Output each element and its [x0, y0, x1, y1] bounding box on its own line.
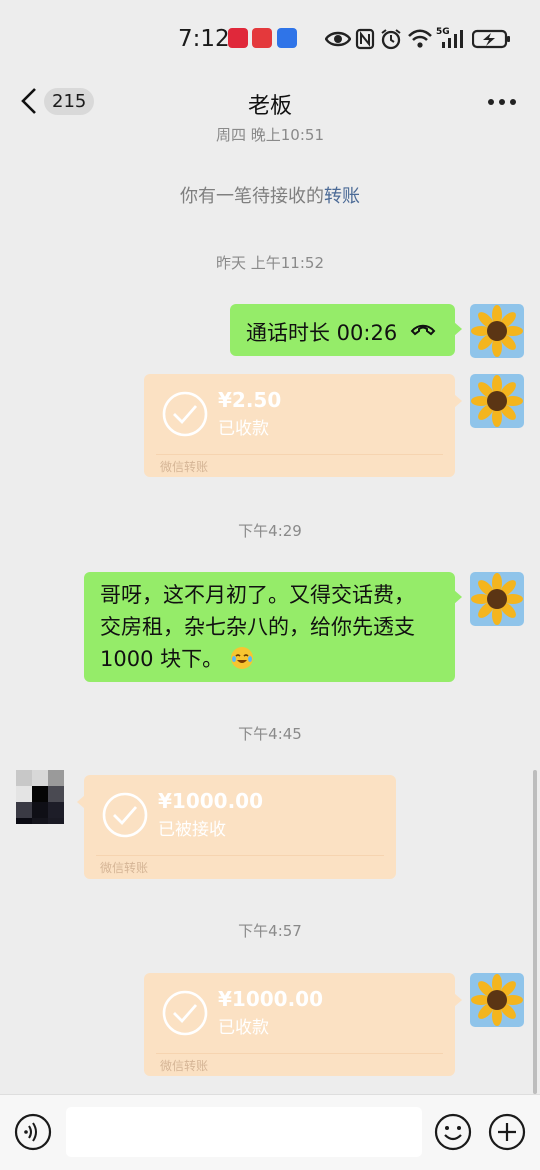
received-check-icon — [162, 990, 208, 1036]
timestamp: 周四 晚上10:51 — [216, 126, 324, 144]
transfer-card[interactable]: ¥1000.00 已收款 微信转账 — [144, 973, 462, 1076]
message-bubble[interactable]: 哥呀，这不月初了。又得交话费， 交房租，杂七杂八的，给你先透支 1000 块下。 — [84, 572, 462, 682]
received-check-icon — [162, 391, 208, 437]
transfer-amount: ¥2.50 — [218, 388, 282, 412]
transfer-card[interactable]: ¥1000.00 已被接收 微信转账 — [77, 775, 396, 879]
sunflower-avatar — [470, 304, 524, 358]
transfer-link[interactable]: 转账 — [324, 186, 360, 207]
message-line: 哥呀，这不月初了。又得交话费， — [100, 583, 415, 607]
chat-title: 老板 — [247, 94, 292, 119]
status-time: 7:12 — [178, 26, 230, 52]
divider — [156, 454, 443, 455]
transfer-status: 已被接收 — [158, 820, 226, 840]
scrollbar[interactable] — [533, 770, 537, 1094]
voice-input-icon[interactable] — [14, 1113, 52, 1151]
system-notice-text: 你有一笔待接收的 — [180, 186, 324, 207]
transfer-brand: 微信转账 — [160, 460, 209, 474]
nfc-icon — [355, 28, 375, 50]
sunflower-avatar — [470, 572, 524, 626]
message-list[interactable]: 周四 晚上10:51 你有一笔待接收的转账 昨天 上午11:52 通话时长 00… — [0, 126, 540, 1094]
divider — [96, 855, 384, 856]
transfer-brand: 微信转账 — [160, 1059, 209, 1073]
call-duration-text: 通话时长 00:26 — [246, 321, 398, 345]
status-bar: 7:12 5G — [0, 0, 540, 78]
face-with-tears-of-joy-icon — [230, 647, 253, 669]
eye-icon — [325, 31, 351, 47]
transfer-amount: ¥1000.00 — [218, 987, 324, 1011]
sunflower-avatar — [470, 973, 524, 1027]
plus-circle-icon[interactable] — [488, 1113, 526, 1151]
message-input[interactable] — [66, 1107, 422, 1157]
message-line-last: 1000 块下。 — [100, 643, 455, 675]
phone-hangup-icon — [410, 324, 436, 336]
received-check-icon — [102, 792, 148, 838]
transfer-amount: ¥1000.00 — [158, 789, 264, 813]
timestamp: 下午4:45 — [238, 725, 302, 743]
timestamp: 昨天 上午11:52 — [216, 254, 324, 272]
huawei-app-icon — [228, 28, 248, 48]
wifi-icon — [408, 29, 432, 48]
transfer-status: 已收款 — [218, 1018, 269, 1038]
map-app-icon — [277, 28, 297, 48]
message-line: 1000 块下。 — [100, 647, 224, 671]
5g-signal-icon — [442, 30, 463, 48]
sunflower-avatar — [470, 374, 524, 428]
pixelated-avatar — [16, 770, 64, 824]
timestamp: 下午4:57 — [238, 922, 302, 940]
transfer-brand: 微信转账 — [100, 861, 149, 875]
shopping-app-icon — [252, 28, 272, 48]
call-record-bubble[interactable]: 通话时长 00:26 — [230, 304, 462, 356]
chat-header: 215 老板 — [0, 78, 540, 126]
battery-charging-icon — [472, 29, 510, 49]
avatar[interactable] — [470, 572, 524, 626]
system-notice: 你有一笔待接收的转账 — [0, 182, 540, 208]
message-line: 交房租，杂七杂八的，给你先透支 — [100, 615, 415, 639]
avatar[interactable] — [470, 374, 524, 428]
avatar[interactable] — [470, 973, 524, 1027]
avatar[interactable] — [470, 304, 524, 358]
transfer-status: 已收款 — [218, 419, 269, 439]
emoji-icon[interactable] — [434, 1113, 472, 1151]
timestamp: 下午4:29 — [238, 522, 302, 540]
input-bar — [0, 1094, 540, 1170]
divider — [156, 1053, 443, 1054]
contact-avatar[interactable] — [16, 770, 70, 824]
more-dots-icon[interactable] — [484, 88, 520, 116]
alarm-icon — [381, 29, 401, 50]
transfer-card[interactable]: ¥2.50 已收款 微信转账 — [144, 374, 462, 477]
